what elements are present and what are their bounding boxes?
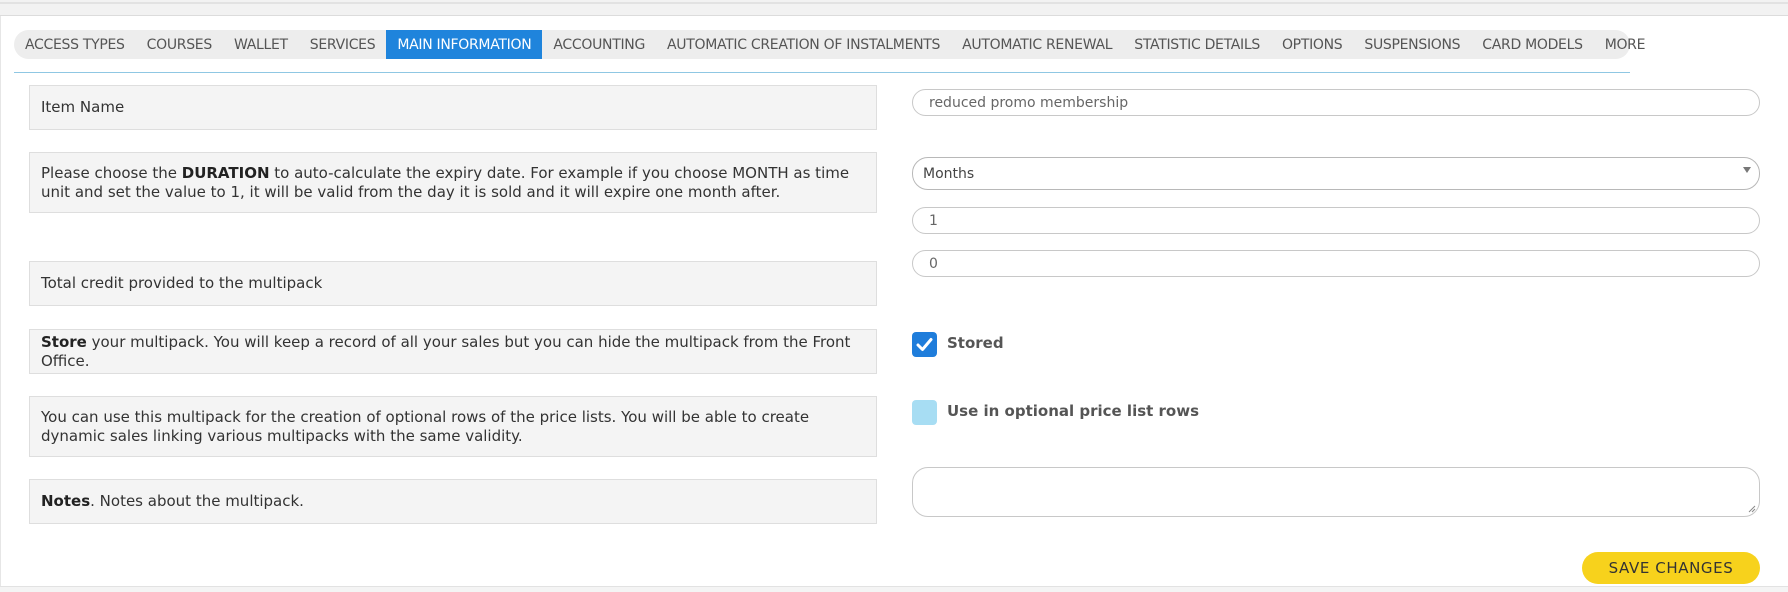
- stored-checkbox-label[interactable]: Stored: [947, 334, 1004, 352]
- store-label-bold: Store: [41, 332, 87, 351]
- tab-accounting[interactable]: ACCOUNTING: [542, 30, 656, 59]
- tab-wallet[interactable]: WALLET: [223, 30, 299, 59]
- notes-label-post: . Notes about the multipack.: [90, 492, 304, 510]
- item-name-value: reduced promo membership: [929, 94, 1129, 111]
- duration-unit-value: Months: [923, 165, 975, 182]
- tab-bar: ACCESS TYPES COURSES WALLET SERVICES MAI…: [14, 30, 1645, 59]
- tab-services[interactable]: SERVICES: [299, 30, 387, 59]
- notes-label: Notes. Notes about the multipack.: [29, 479, 877, 524]
- duration-label-bold: DURATION: [181, 163, 270, 182]
- item-name-input[interactable]: reduced promo membership: [912, 89, 1760, 116]
- optional-rows-label-text: You can use this multipack for the creat…: [41, 407, 810, 445]
- stored-checkbox[interactable]: [912, 332, 937, 357]
- tab-main-information[interactable]: MAIN INFORMATION: [386, 30, 543, 59]
- duration-label: Please choose the DURATION to auto-calcu…: [29, 152, 877, 213]
- total-credit-value: 0: [929, 255, 938, 272]
- chevron-down-icon: [1743, 167, 1751, 173]
- total-credit-input[interactable]: 0: [912, 250, 1760, 277]
- tab-more[interactable]: MORE: [1594, 30, 1656, 59]
- tab-automatic-creation-of-instalments[interactable]: AUTOMATIC CREATION OF INSTALMENTS: [656, 30, 951, 59]
- tab-options[interactable]: OPTIONS: [1271, 30, 1353, 59]
- window-top-strip: [0, 0, 1788, 16]
- tab-statistic-details[interactable]: STATISTIC DETAILS: [1123, 30, 1271, 59]
- notes-label-bold: Notes: [41, 492, 91, 510]
- optional-rows-checkbox[interactable]: [912, 400, 937, 425]
- total-credit-label: Total credit provided to the multipack: [29, 261, 877, 306]
- notes-textarea[interactable]: [912, 467, 1760, 517]
- tab-access-types[interactable]: ACCESS TYPES: [14, 30, 136, 59]
- tab-bar-underline: [14, 72, 1630, 73]
- duration-unit-select[interactable]: Months: [912, 157, 1760, 190]
- optional-rows-label: You can use this multipack for the creat…: [29, 396, 877, 457]
- total-credit-label-text: Total credit provided to the multipack: [41, 274, 323, 292]
- optional-rows-checkbox-label[interactable]: Use in optional price list rows: [947, 402, 1199, 420]
- item-name-label: Item Name: [29, 85, 877, 130]
- duration-value-input[interactable]: 1: [912, 207, 1760, 234]
- resize-handle-icon[interactable]: [1748, 505, 1756, 513]
- store-label-post: your multipack. You will keep a record o…: [41, 332, 851, 370]
- duration-value: 1: [929, 212, 938, 229]
- panel-bottom-border: [0, 586, 1788, 592]
- store-label: Store your multipack. You will keep a re…: [29, 329, 877, 374]
- store-label-text: Store your multipack. You will keep a re…: [41, 333, 865, 371]
- notes-label-text: Notes. Notes about the multipack.: [41, 492, 304, 511]
- duration-label-pre: Please choose the: [41, 163, 182, 182]
- tab-courses[interactable]: COURSES: [136, 30, 223, 59]
- duration-label-text: Please choose the DURATION to auto-calcu…: [41, 164, 865, 202]
- tab-card-models[interactable]: CARD MODELS: [1471, 30, 1593, 59]
- tab-automatic-renewal[interactable]: AUTOMATIC RENEWAL: [951, 30, 1123, 59]
- save-changes-button[interactable]: SAVE CHANGES: [1582, 552, 1760, 584]
- tab-suspensions[interactable]: SUSPENSIONS: [1353, 30, 1471, 59]
- item-name-label-text: Item Name: [41, 98, 125, 116]
- checkmark-icon: [916, 338, 933, 351]
